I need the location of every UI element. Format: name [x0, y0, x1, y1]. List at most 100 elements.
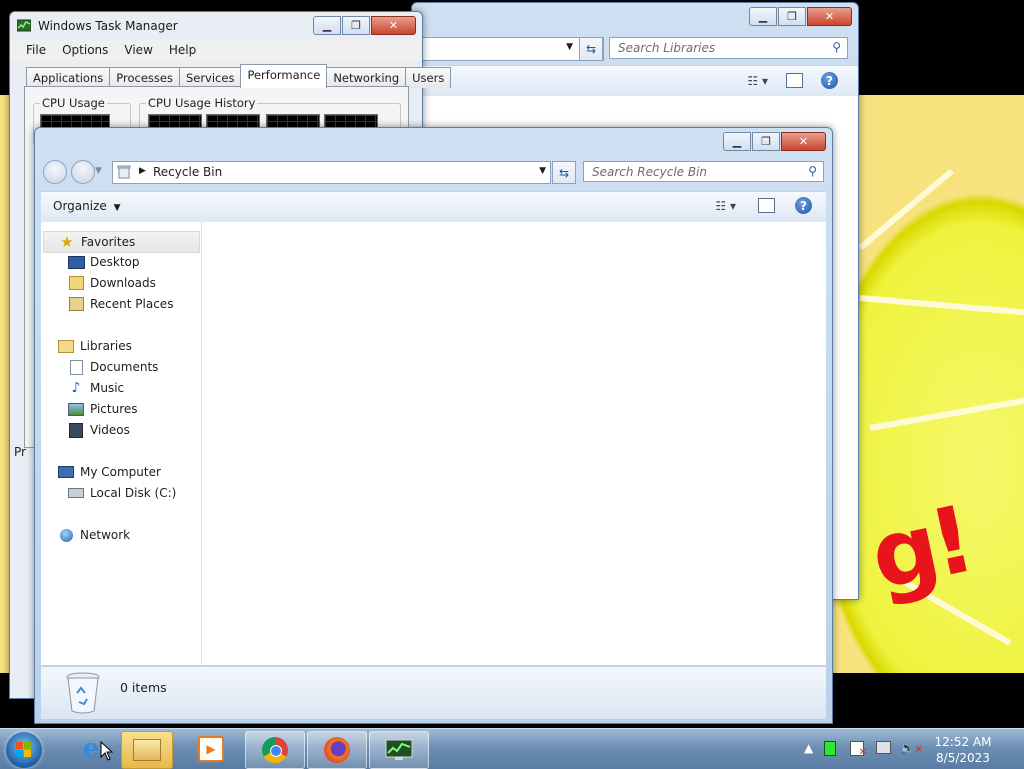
restore-icon: ❐ — [787, 10, 797, 23]
close-icon: ✕ — [824, 10, 835, 23]
clock-date: 8/5/2023 — [936, 751, 990, 765]
show-hidden-icons-icon[interactable]: ▲ — [804, 741, 813, 755]
nav-label: Downloads — [90, 276, 156, 290]
details-pane: 0 items — [41, 666, 826, 719]
view-options-icon[interactable]: ☷ ▾ — [715, 199, 736, 213]
help-icon[interactable]: ? — [795, 197, 812, 214]
minimize-button[interactable]: ▁ — [313, 16, 341, 35]
maximize-button[interactable]: ❐ — [342, 16, 370, 35]
clock[interactable]: 12:52 AM 8/5/2023 — [928, 734, 998, 766]
search-placeholder: Search Recycle Bin — [592, 165, 708, 179]
tab-services[interactable]: Services — [178, 67, 242, 88]
address-bar[interactable]: ▼ — [422, 37, 604, 61]
maximize-button[interactable]: ❐ — [752, 132, 780, 151]
start-button[interactable] — [6, 732, 42, 768]
minimize-button[interactable]: ▁ — [749, 7, 777, 26]
nav-my-computer[interactable]: My Computer — [57, 462, 161, 482]
recent-pages-chevron-icon[interactable]: ▼ — [95, 166, 102, 176]
file-list[interactable] — [202, 222, 826, 665]
libraries-icon — [57, 338, 75, 354]
recent-places-icon — [67, 296, 85, 312]
breadcrumb-arrow-icon[interactable]: ▶ — [139, 166, 146, 176]
search-input[interactable]: Search Libraries ⚲ — [609, 37, 848, 59]
menu-file[interactable]: File — [18, 40, 54, 60]
videos-icon — [67, 422, 85, 438]
nav-local-disk[interactable]: Local Disk (C:) — [67, 483, 176, 503]
close-button[interactable]: ✕ — [371, 16, 416, 35]
address-bar[interactable]: ▶ Recycle Bin ▼ — [112, 161, 551, 184]
refresh-icon: ⇆ — [558, 165, 570, 180]
item-count: 0 items — [120, 680, 167, 695]
nav-favorites[interactable]: ★ Favorites — [43, 231, 200, 253]
menu-help[interactable]: Help — [161, 40, 204, 60]
view-options-icon[interactable]: ☷ ▾ — [747, 74, 768, 88]
nav-label: Pictures — [90, 402, 138, 416]
nav-network[interactable]: Network — [57, 525, 130, 545]
clock-time: 12:52 AM — [934, 735, 992, 749]
refresh-icon: ⇆ — [585, 42, 597, 56]
menu-options[interactable]: Options — [54, 40, 116, 60]
downloads-icon — [67, 275, 85, 291]
nav-music[interactable]: ♪ Music — [67, 378, 125, 398]
recycle-bin-window[interactable]: ▁ ❐ ✕ ▼ ▶ Recycle Bin ▼ ⇆ Search Recycle… — [34, 127, 833, 724]
network-status-icon[interactable] — [876, 741, 891, 757]
help-icon[interactable]: ? — [821, 72, 838, 89]
chevron-down-icon[interactable]: ▼ — [566, 42, 573, 52]
breadcrumb-recycle-bin[interactable]: Recycle Bin — [153, 165, 222, 179]
nav-label: Local Disk (C:) — [90, 486, 177, 500]
action-center-icon[interactable]: ✕ — [850, 741, 867, 759]
task-manager-icon — [385, 739, 413, 760]
nav-libraries[interactable]: Libraries — [57, 336, 132, 356]
taskbar-task-manager[interactable] — [369, 731, 429, 769]
search-placeholder: Search Libraries — [618, 41, 716, 55]
chevron-down-icon: ▼ — [113, 203, 121, 213]
nav-label: Videos — [90, 423, 130, 437]
volume-muted-icon[interactable]: 🔈✕ — [900, 741, 923, 755]
nav-label: My Computer — [80, 465, 161, 479]
taskbar-media-player[interactable]: ▶ — [182, 731, 240, 767]
nav-label: Desktop — [90, 255, 140, 269]
media-player-icon: ▶ — [198, 736, 224, 762]
task-manager-tray-icon[interactable] — [824, 741, 836, 759]
navigation-pane: ★ Favorites Desktop Downloads Recent Pla… — [41, 222, 202, 665]
task-manager-titlebar[interactable]: Windows Task Manager ▁ ❐ ✕ — [10, 12, 422, 40]
recycle-bin-icon — [66, 672, 100, 714]
nav-label: Documents — [90, 360, 159, 374]
menu-view[interactable]: View — [116, 40, 160, 60]
nav-recent-places[interactable]: Recent Places — [67, 294, 173, 314]
tab-networking[interactable]: Networking — [326, 67, 407, 88]
nav-documents[interactable]: Documents — [67, 357, 158, 377]
tab-strip: Applications Processes Services Performa… — [26, 64, 452, 88]
status-bar-text: Pr — [14, 445, 26, 459]
nav-desktop[interactable]: Desktop — [67, 252, 140, 272]
tab-processes[interactable]: Processes — [109, 67, 180, 88]
taskbar-firefox[interactable] — [307, 731, 367, 769]
preview-pane-icon[interactable] — [786, 73, 803, 88]
preview-pane-icon[interactable] — [758, 198, 775, 213]
recycle-bin-titlebar[interactable]: ▁ ❐ ✕ — [35, 128, 832, 156]
search-icon[interactable]: ⚲ — [808, 164, 817, 178]
refresh-button[interactable]: ⇆ — [552, 161, 576, 184]
system-tray: ▲ ✕ 🔈✕ 12:52 AM 8/5/2023 — [804, 729, 1024, 769]
search-input[interactable]: Search Recycle Bin ⚲ — [583, 161, 824, 182]
nav-pictures[interactable]: Pictures — [67, 399, 138, 419]
nav-videos[interactable]: Videos — [67, 420, 130, 440]
chrome-icon — [262, 737, 288, 763]
nav-downloads[interactable]: Downloads — [67, 273, 156, 293]
maximize-button[interactable]: ❐ — [778, 7, 806, 26]
taskbar-windows-explorer[interactable] — [121, 731, 173, 769]
tab-applications[interactable]: Applications — [26, 67, 111, 88]
minimize-button[interactable]: ▁ — [723, 132, 751, 151]
close-button[interactable]: ✕ — [807, 7, 852, 26]
chevron-down-icon[interactable]: ▼ — [539, 166, 546, 176]
libraries-titlebar[interactable]: ▁ ❐ ✕ — [412, 3, 858, 31]
close-button[interactable]: ✕ — [781, 132, 826, 151]
refresh-button[interactable]: ⇆ — [579, 37, 603, 61]
tab-performance[interactable]: Performance — [240, 64, 328, 88]
back-button[interactable] — [43, 160, 67, 184]
taskbar-chrome[interactable] — [245, 731, 305, 769]
forward-button[interactable] — [71, 160, 95, 184]
tab-users[interactable]: Users — [405, 67, 452, 88]
search-icon[interactable]: ⚲ — [832, 40, 841, 54]
organize-button[interactable]: Organize ▼ — [53, 199, 121, 213]
